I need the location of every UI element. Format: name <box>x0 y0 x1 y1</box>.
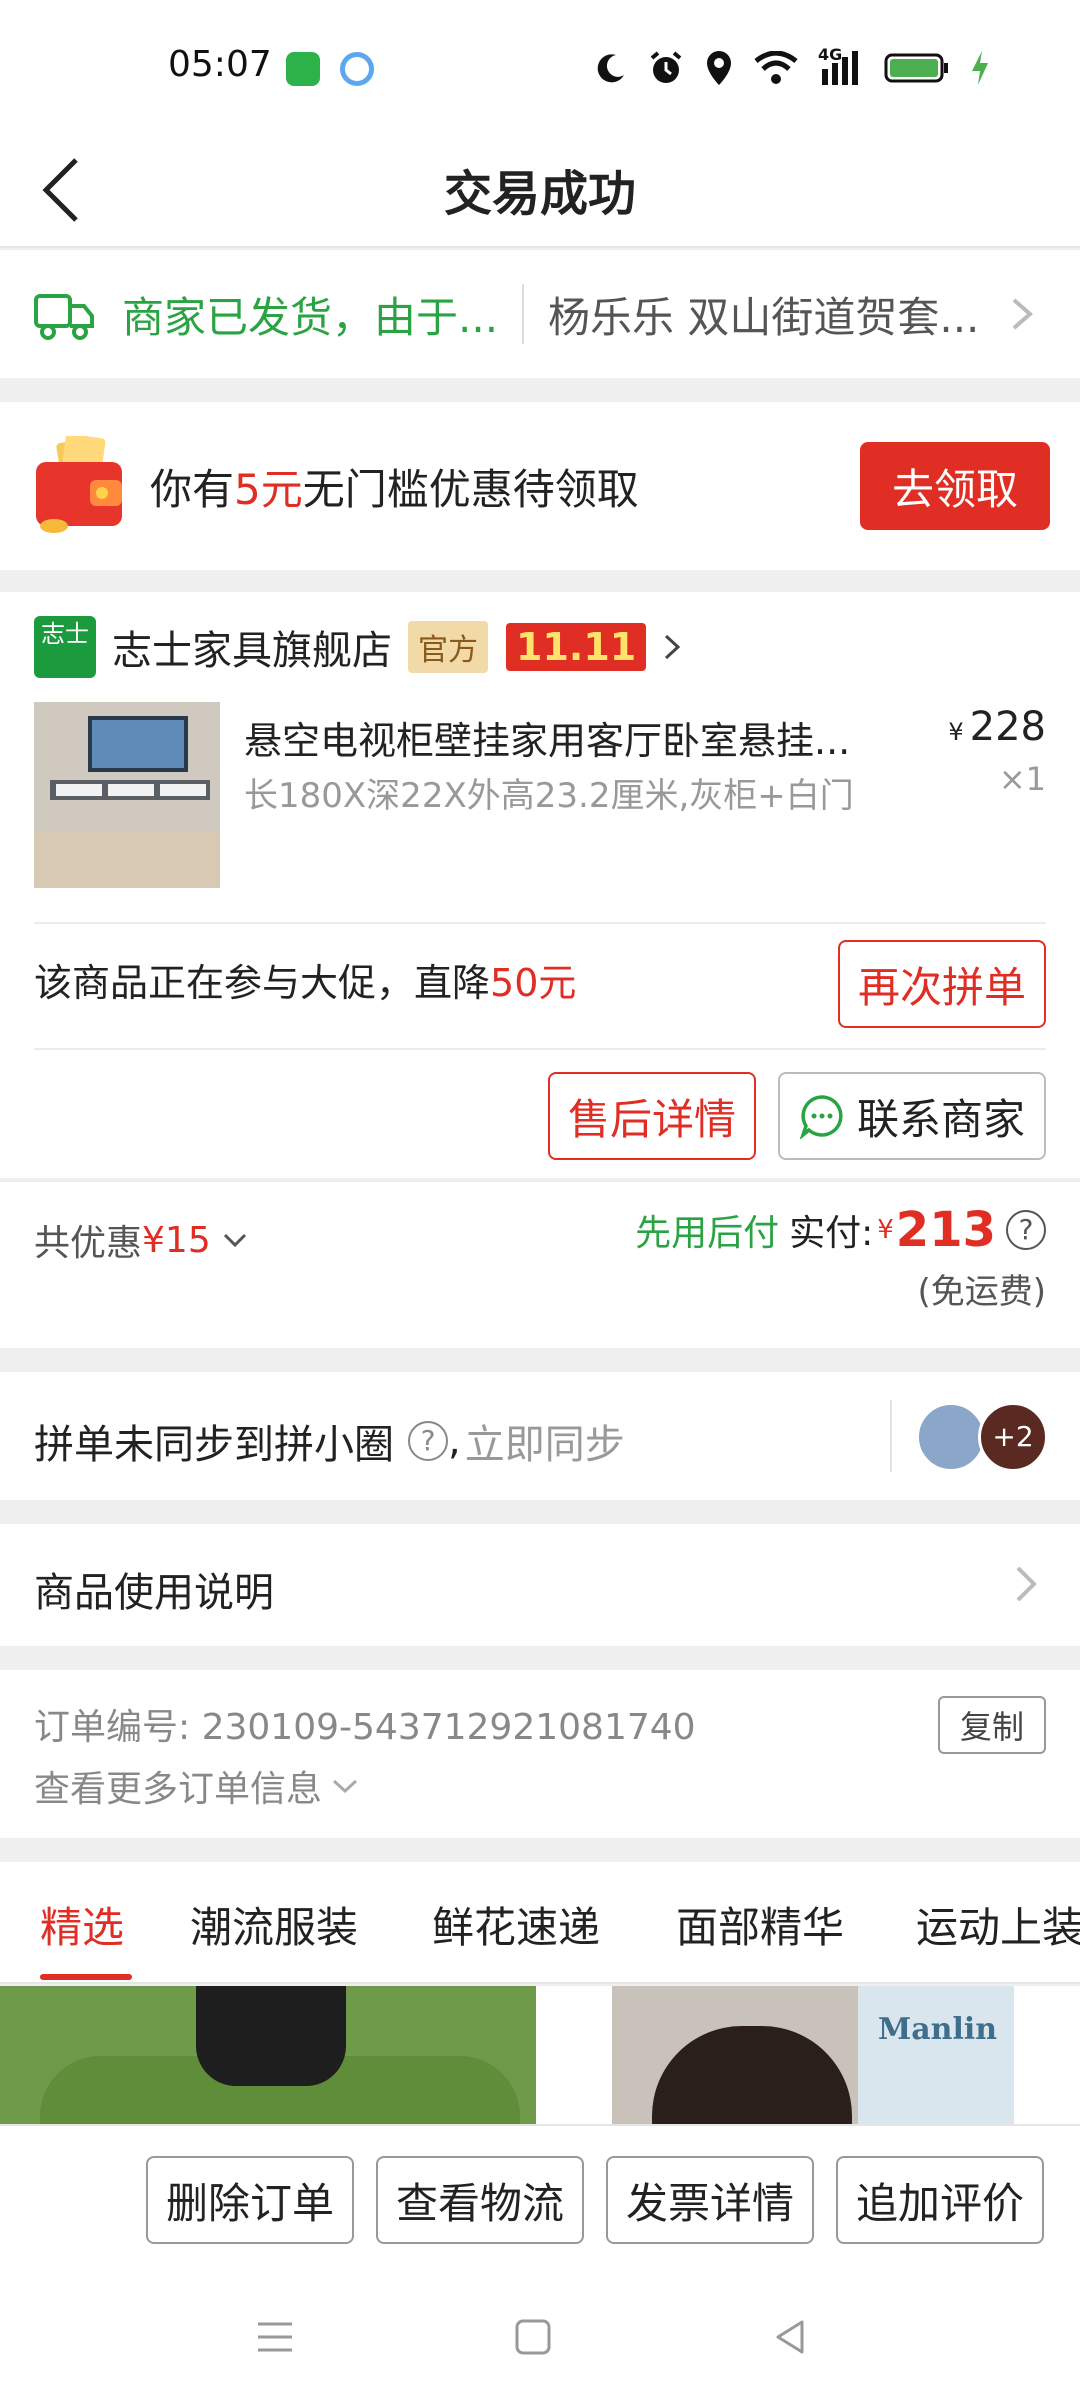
app-green-icon <box>286 52 320 86</box>
signal-icon: 4G <box>818 45 864 87</box>
brand-banner: Manlin <box>858 1986 1014 2126</box>
contact-merchant-button[interactable]: 联系商家 <box>778 1072 1046 1160</box>
coupon-text: 你有5元无门槛优惠待领取 <box>150 464 639 514</box>
coupon-banner: 你有5元无门槛优惠待领取 去领取 <box>0 402 1080 570</box>
divider <box>34 1048 1046 1050</box>
total-discount[interactable]: 共优惠 ¥15 <box>34 1214 249 1266</box>
official-badge: 官方 <box>408 621 488 673</box>
moon-icon <box>597 54 624 83</box>
active-tab-indicator <box>40 1974 132 1980</box>
divider <box>34 922 1046 924</box>
more-order-info[interactable]: 查看更多订单信息 <box>34 1760 360 1812</box>
delete-order-button[interactable]: 删除订单 <box>146 2156 354 2244</box>
shipping-status-row[interactable]: 商家已发货，由于... 杨乐乐 双山街道贺套... <box>0 250 1080 378</box>
chevron-right-icon <box>1016 1566 1037 1602</box>
page-title: 交易成功 <box>443 166 636 222</box>
tab-fashion[interactable]: 潮流服装 <box>190 1894 358 1955</box>
sync-row[interactable]: 拼单未同步到拼小圈 ? , 立即同步 +2 <box>0 1372 1080 1500</box>
truck-icon <box>34 294 94 340</box>
tab-featured[interactable]: 精选 <box>40 1894 124 1955</box>
status-bar: 05:07 4G <box>0 0 1080 130</box>
shipping-address-text: 杨乐乐 双山街道贺套... <box>548 292 980 342</box>
claim-coupon-button[interactable]: 去领取 <box>860 442 1050 530</box>
help-icon[interactable]: ? <box>1006 1210 1046 1250</box>
chevron-right-icon <box>1012 298 1034 330</box>
copy-button[interactable]: 复制 <box>938 1696 1046 1754</box>
shop-logo: 志士 <box>34 616 96 678</box>
divider <box>522 284 524 344</box>
tab-sports-tops[interactable]: 运动上装 <box>916 1894 1080 1955</box>
product-spec: 长180X深22X外高23.2厘米,灰柜+白门 <box>244 776 854 816</box>
back-triangle-icon[interactable] <box>768 2314 814 2360</box>
location-icon <box>707 51 731 85</box>
product-price: ¥228 <box>948 704 1046 750</box>
charging-icon <box>972 51 988 85</box>
product-quantity: ×1 <box>998 760 1046 798</box>
view-logistics-button[interactable]: 查看物流 <box>376 2156 584 2244</box>
chevron-down-icon <box>223 1233 246 1248</box>
battery-icon <box>884 53 948 83</box>
paid-amount: 213 <box>895 1202 996 1258</box>
app-blue-icon <box>340 52 374 86</box>
sync-label: 拼单未同步到拼小圈 ? , 立即同步 <box>34 1412 625 1470</box>
recommendation-feed: Manlin <box>0 1986 1080 2126</box>
product-card[interactable] <box>0 1986 536 2126</box>
help-icon[interactable]: ? <box>408 1421 448 1461</box>
shop-row[interactable]: 志士 志士家具旗舰店 官方 11.11 <box>34 616 686 678</box>
divider <box>890 1400 892 1472</box>
tab-flowers[interactable]: 鲜花速递 <box>432 1894 600 1955</box>
usage-label: 商品使用说明 <box>34 1570 274 1616</box>
tab-facial-serum[interactable]: 面部精华 <box>676 1894 844 1955</box>
order-info: 订单编号: 230109-543712921081740 复制 查看更多订单信息 <box>0 1670 1080 1838</box>
status-icons: 4G <box>594 45 990 90</box>
chevron-down-icon <box>333 1779 358 1794</box>
avatar <box>916 1402 986 1472</box>
product-card[interactable]: Manlin <box>612 1986 1014 2126</box>
alarm-icon <box>650 51 682 83</box>
wifi-icon <box>754 51 798 84</box>
avatar-more-count: +2 <box>978 1402 1048 1472</box>
pay-later-label: 先用后付 <box>635 1213 780 1254</box>
coupon-amount: 5元 <box>234 464 303 514</box>
aftersale-details-button[interactable]: 售后详情 <box>548 1072 756 1160</box>
home-square-icon[interactable] <box>510 2314 556 2360</box>
product-thumbnail <box>34 702 220 888</box>
shipping-fee-note: (免运费) <box>917 1272 1046 1312</box>
amount-paid: 先用后付 实付: ¥ 213 ? <box>635 1202 1046 1258</box>
order-number: 订单编号: 230109-543712921081740 <box>34 1707 696 1748</box>
promotion-text: 该商品正在参与大促，直降50元 <box>34 961 577 1005</box>
payment-summary: 共优惠 ¥15 先用后付 实付: ¥ 213 ? (免运费) <box>0 1180 1080 1348</box>
menu-icon[interactable] <box>252 2314 298 2360</box>
red-wallet-icon <box>34 433 124 536</box>
shipping-status-text: 商家已发货，由于... <box>122 292 499 342</box>
add-review-button[interactable]: 追加评价 <box>836 2156 1044 2244</box>
product-usage-row[interactable]: 商品使用说明 <box>0 1524 1080 1646</box>
status-time: 05:07 <box>168 44 272 85</box>
product-name: 悬空电视柜壁挂家用客厅卧室悬挂... <box>244 719 851 763</box>
category-tabs: 精选 潮流服装 鲜花速递 面部精华 运动上装 <box>0 1862 1080 1984</box>
shop-name: 志士家具旗舰店 <box>112 628 392 674</box>
system-navigation-bar <box>0 2274 1080 2400</box>
bottom-action-bar: 删除订单 查看物流 发票详情 追加评价 <box>0 2124 1080 2274</box>
invoice-details-button[interactable]: 发票详情 <box>606 2156 814 2244</box>
product-row[interactable]: 悬空电视柜壁挂家用客厅卧室悬挂... 长180X深22X外高23.2厘米,灰柜+… <box>34 702 1046 888</box>
chat-bubble-icon <box>799 1095 843 1139</box>
reorder-button[interactable]: 再次拼单 <box>838 940 1046 1028</box>
sync-now-link[interactable]: 立即同步 <box>465 1412 625 1470</box>
header: 交易成功 <box>0 130 1080 248</box>
chevron-right-icon <box>665 634 681 660</box>
order-card: 志士 志士家具旗舰店 官方 11.11 悬空电视柜壁挂家用客厅卧室悬挂... 长… <box>0 592 1080 1178</box>
double-eleven-badge: 11.11 <box>506 623 647 671</box>
